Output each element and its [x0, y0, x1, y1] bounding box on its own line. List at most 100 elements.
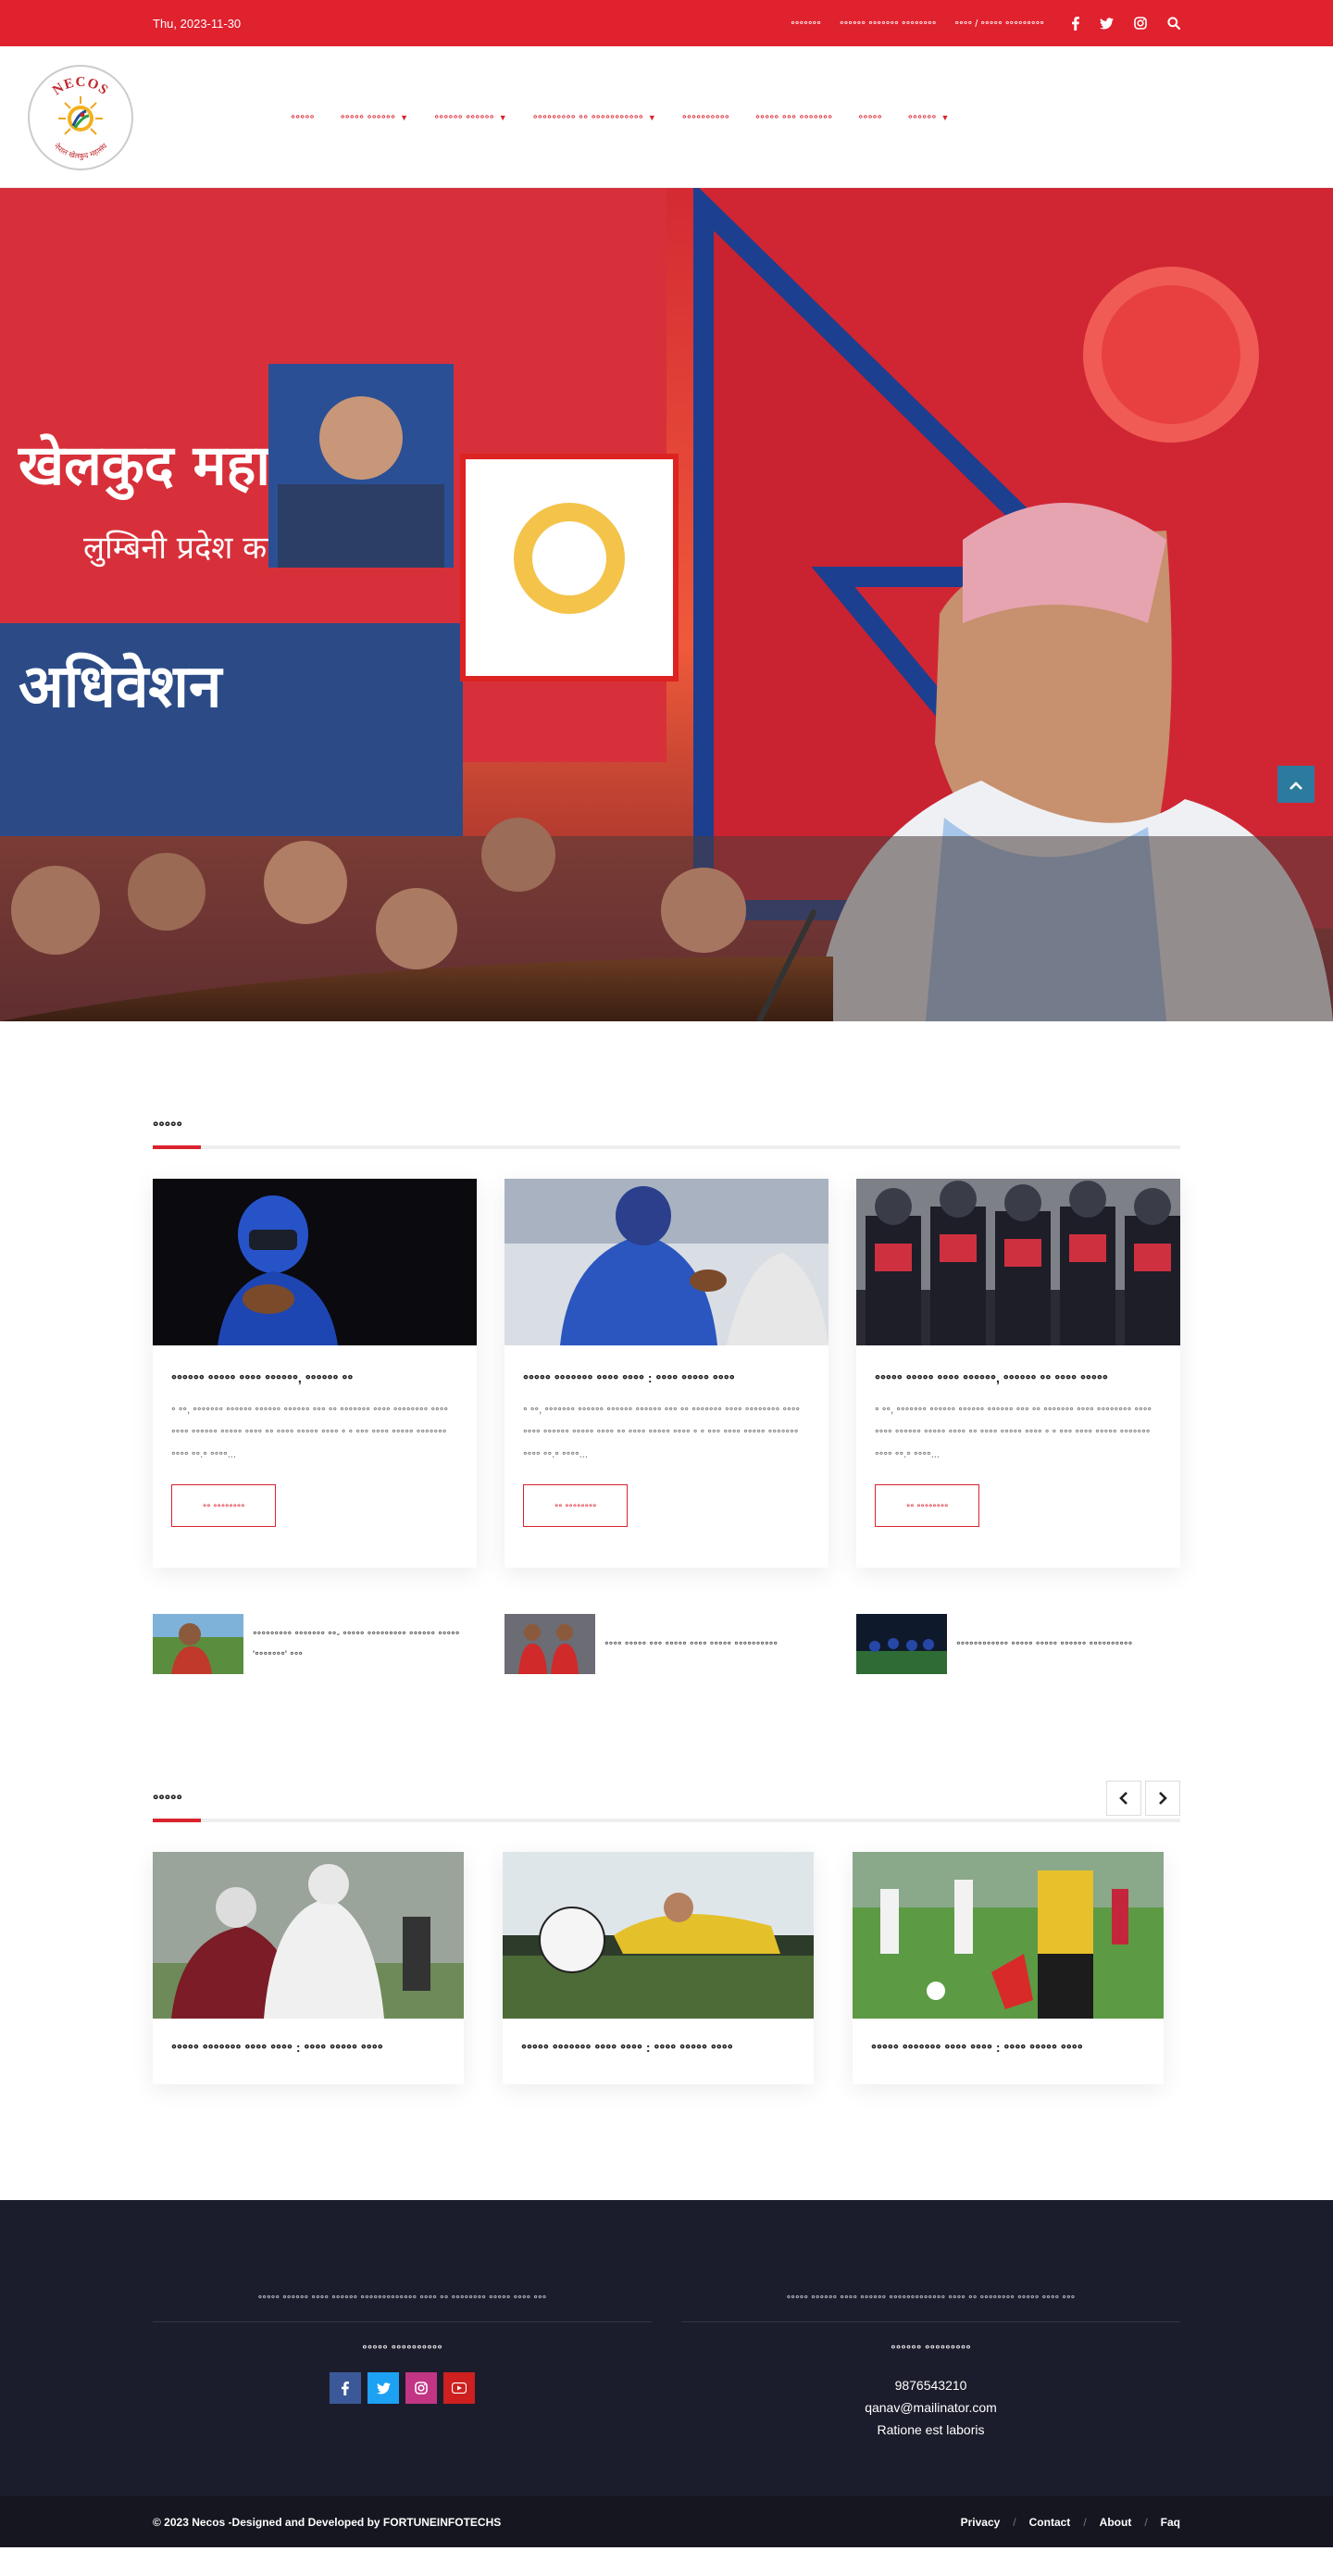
nav-label: ॰॰॰॰॰॰ ॰॰॰॰॰॰ [434, 111, 494, 124]
mini-news-title: ॰॰॰॰॰॰॰॰॰ ॰॰॰॰॰॰॰ ॰॰- ॰॰॰॰॰ ॰॰॰॰॰॰॰॰॰ ॰॰… [253, 1628, 460, 1660]
link-separator: / [1013, 2515, 1016, 2529]
mini-news-item[interactable]: ॰॰॰॰॰॰॰॰॰ ॰॰॰॰॰॰॰ ॰॰- ॰॰॰॰॰ ॰॰॰॰॰॰॰॰॰ ॰॰… [153, 1614, 477, 1674]
nav-item-3[interactable]: ॰॰॰॰॰॰ ॰॰॰॰॰॰ ▼ [434, 109, 507, 125]
nav-item-5[interactable]: ॰॰॰॰॰॰॰॰॰॰ [682, 109, 729, 125]
back-to-top-button[interactable] [1277, 766, 1314, 803]
chevron-right-icon[interactable] [1145, 1781, 1180, 1816]
read-more-button[interactable]: ॰॰ ॰॰॰॰॰॰॰॰ [875, 1484, 980, 1527]
nav-item-4[interactable]: ॰॰॰॰॰॰॰॰॰ ॰॰ ॰॰॰॰॰॰॰॰॰॰॰ ▼ [533, 109, 656, 125]
read-more-button[interactable]: ॰॰ ॰॰॰॰॰॰॰॰ [171, 1484, 277, 1527]
chevron-down-icon: ▼ [498, 112, 507, 122]
top-link-1[interactable]: ॰॰॰॰॰॰॰ [791, 17, 821, 31]
video-title: ॰॰॰॰॰ ॰॰॰॰॰॰॰ ॰॰॰॰ ॰॰॰॰ : ॰॰॰॰ ॰॰॰॰॰ ॰॰॰… [521, 2040, 733, 2055]
nav-item-6[interactable]: ॰॰॰॰॰ ॰॰॰ ॰॰॰॰॰॰॰ [755, 109, 832, 125]
video-card[interactable]: ॰॰॰॰॰ ॰॰॰॰॰॰॰ ॰॰॰॰ ॰॰॰॰ : ॰॰॰॰ ॰॰॰॰॰ ॰॰॰… [853, 1852, 1164, 2084]
chevron-down-icon: ▼ [941, 112, 950, 122]
nav-label: ॰॰॰॰॰ ॰॰॰॰॰॰ [340, 111, 396, 124]
twitter-icon[interactable] [1100, 17, 1114, 30]
nav-label: ॰॰॰॰॰ ॰॰॰ ॰॰॰॰॰॰॰ [754, 111, 833, 124]
current-date: Thu, 2023-11-30 [153, 16, 242, 31]
link-separator: / [1083, 2515, 1087, 2529]
news-title[interactable]: ॰॰॰॰॰ ॰॰॰॰॰॰॰ ॰॰॰॰ ॰॰॰॰ : ॰॰॰॰ ॰॰॰॰॰ ॰॰॰… [523, 1366, 810, 1390]
video-image [853, 1852, 1164, 2019]
nav-label: ॰॰॰॰॰॰॰॰॰ ॰॰ ॰॰॰॰॰॰॰॰॰॰॰ [532, 111, 643, 124]
mini-news-image [856, 1614, 947, 1674]
news-title[interactable]: ॰॰॰॰॰॰ ॰॰॰॰॰ ॰॰॰॰ ॰॰॰॰॰॰, ॰॰॰॰॰॰ ॰॰ [171, 1366, 458, 1390]
nav-item-7[interactable]: ॰॰॰॰॰ [858, 109, 882, 125]
read-more-button[interactable]: ॰॰ ॰॰॰॰॰॰॰॰ [523, 1484, 629, 1527]
site-footer: ॰॰॰॰॰ ॰॰॰॰॰॰ ॰॰॰॰ ॰॰॰॰॰॰ ॰॰॰॰॰॰॰॰॰॰॰॰॰ ॰… [0, 2200, 1333, 2547]
chevron-down-icon: ▼ [400, 112, 409, 122]
video-card[interactable]: ॰॰॰॰॰ ॰॰॰॰॰॰॰ ॰॰॰॰ ॰॰॰॰ : ॰॰॰॰ ॰॰॰॰॰ ॰॰॰… [153, 1852, 464, 2084]
mini-news-title: ॰॰॰॰॰॰॰॰॰॰॰॰ ॰॰॰॰॰ ॰॰॰॰॰ ॰॰॰॰॰॰ ॰॰॰॰॰॰॰॰… [956, 1638, 1133, 1650]
instagram-icon[interactable] [405, 2372, 437, 2404]
news-card[interactable]: ॰॰॰॰॰ ॰॰॰॰॰ ॰॰॰॰ ॰॰॰॰॰॰, ॰॰॰॰॰॰ ॰॰ ॰॰॰॰ … [856, 1179, 1180, 1568]
nav-label: ॰॰॰॰॰॰ [907, 111, 937, 124]
site-header: NECOS नेपाल खेलकुद महासंघ ॰॰॰॰॰ ॰॰॰॰॰ ॰॰… [0, 46, 1333, 188]
nav-item-8[interactable]: ॰॰॰॰॰॰ ▼ [908, 109, 950, 125]
contact-address: Ratione est laboris [877, 2422, 985, 2437]
top-link-3[interactable]: ॰॰॰॰ / ॰॰॰॰॰ ॰॰॰॰॰॰॰॰॰ [954, 17, 1044, 31]
news-card[interactable]: ॰॰॰॰॰॰ ॰॰॰॰॰ ॰॰॰॰ ॰॰॰॰॰॰, ॰॰॰॰॰॰ ॰॰ ॰ ॰॰… [153, 1179, 477, 1568]
news-excerpt: ॰ ॰॰, ॰॰॰॰॰॰॰ ॰॰॰॰॰॰ ॰॰॰॰॰॰ ॰॰॰॰॰॰ ॰॰॰ ॰… [875, 1405, 1152, 1460]
news-title[interactable]: ॰॰॰॰॰ ॰॰॰॰॰ ॰॰॰॰ ॰॰॰॰॰॰, ॰॰॰॰॰॰ ॰॰ ॰॰॰॰ … [875, 1366, 1162, 1390]
link-separator: / [1144, 2515, 1148, 2529]
news-excerpt: ॰ ॰॰, ॰॰॰॰॰॰॰ ॰॰॰॰॰॰ ॰॰॰॰॰॰ ॰॰॰॰॰॰ ॰॰॰ ॰… [523, 1405, 801, 1460]
nav-label: ॰॰॰॰॰ [291, 111, 315, 124]
nav-item-1[interactable]: ॰॰॰॰॰ [291, 109, 315, 125]
youtube-icon[interactable] [443, 2372, 475, 2404]
svg-text:अधिवेशन: अधिवेशन [19, 652, 224, 721]
footer-column-right: ॰॰॰॰॰ ॰॰॰॰॰॰ ॰॰॰॰ ॰॰॰॰॰॰ ॰॰॰॰॰॰॰॰॰॰॰॰॰ ॰… [681, 2291, 1180, 2441]
chevron-left-icon[interactable] [1106, 1781, 1141, 1816]
top-link-2[interactable]: ॰॰॰॰॰॰ ॰॰॰॰॰॰॰ ॰॰॰॰॰॰॰॰ [840, 17, 937, 31]
video-card[interactable]: ॰॰॰॰॰ ॰॰॰॰॰॰॰ ॰॰॰॰ ॰॰॰॰ : ॰॰॰॰ ॰॰॰॰॰ ॰॰॰… [503, 1852, 814, 2084]
news-image [505, 1179, 828, 1345]
footer-link-about[interactable]: About [1100, 2516, 1132, 2529]
mini-news-image [153, 1614, 243, 1674]
mini-news-item[interactable]: ॰॰॰॰॰॰॰॰॰॰॰॰ ॰॰॰॰॰ ॰॰॰॰॰ ॰॰॰॰॰॰ ॰॰॰॰॰॰॰॰… [856, 1614, 1180, 1674]
chevron-up-icon [1289, 775, 1303, 794]
svg-text:NECOS: NECOS [50, 74, 111, 97]
news-image [856, 1179, 1180, 1345]
video-title: ॰॰॰॰॰ ॰॰॰॰॰॰॰ ॰॰॰॰ ॰॰॰॰ : ॰॰॰॰ ॰॰॰॰॰ ॰॰॰… [871, 2040, 1083, 2055]
section-underline [153, 1819, 201, 1822]
section-title: ॰॰॰॰॰ [153, 1791, 182, 1807]
chevron-down-icon: ▼ [647, 112, 656, 122]
footer-contact-title: ॰॰॰॰॰॰ ॰॰॰॰॰॰॰॰॰ [891, 2341, 971, 2355]
mini-news-image [505, 1614, 595, 1674]
hero-image: खेलकुद महासंघ लुम्बिनी प्रदेश कमिटी अधिव… [0, 188, 1333, 1021]
footer-link-contact[interactable]: Contact [1029, 2516, 1071, 2529]
svg-text:नेपाल खेलकुद महासंघ: नेपाल खेलकुद महासंघ [53, 141, 109, 161]
site-logo[interactable]: NECOS नेपाल खेलकुद महासंघ [28, 64, 133, 170]
footer-column-left: ॰॰॰॰॰ ॰॰॰॰॰॰ ॰॰॰॰ ॰॰॰॰॰॰ ॰॰॰॰॰॰॰॰॰॰॰॰॰ ॰… [153, 2291, 652, 2441]
search-icon[interactable] [1167, 17, 1180, 30]
video-image [503, 1852, 814, 2019]
main-nav: ॰॰॰॰॰ ॰॰॰॰॰ ॰॰॰॰॰॰ ▼ ॰॰॰॰॰॰ ॰॰॰॰॰॰ ▼ ॰॰॰॰॰… [291, 109, 949, 125]
instagram-icon[interactable] [1134, 17, 1147, 30]
news-card[interactable]: ॰॰॰॰॰ ॰॰॰॰॰॰॰ ॰॰॰॰ ॰॰॰॰ : ॰॰॰॰ ॰॰॰॰॰ ॰॰॰… [505, 1179, 828, 1568]
mini-news-item[interactable]: ॰॰॰॰ ॰॰॰॰॰ ॰॰॰ ॰॰॰॰॰ ॰॰॰॰ ॰॰॰॰॰ ॰॰॰॰॰॰॰॰… [505, 1614, 828, 1674]
twitter-icon[interactable] [368, 2372, 399, 2404]
nav-label: ॰॰॰॰॰॰॰॰॰॰ [681, 111, 729, 124]
nav-item-2[interactable]: ॰॰॰॰॰ ॰॰॰॰॰॰ ▼ [341, 109, 409, 125]
news-image [153, 1179, 477, 1345]
video-title: ॰॰॰॰॰ ॰॰॰॰॰॰॰ ॰॰॰॰ ॰॰॰॰ : ॰॰॰॰ ॰॰॰॰॰ ॰॰॰… [171, 2040, 383, 2055]
top-bar: Thu, 2023-11-30 ॰॰॰॰॰॰॰ ॰॰॰॰॰॰ ॰॰॰॰॰॰॰ ॰… [0, 0, 1333, 46]
section-title: ॰॰॰॰॰ [153, 1118, 182, 1133]
copyright-text: © 2023 Necos -Designed and Developed by … [153, 2515, 502, 2529]
video-section: ॰॰॰॰॰ ॰॰॰॰॰ ॰॰॰॰॰॰॰ ॰॰॰॰ ॰॰॰॰ : ॰॰॰॰ ॰॰॰… [153, 1674, 1180, 2084]
top-links: ॰॰॰॰॰॰॰ ॰॰॰॰॰॰ ॰॰॰॰॰॰॰ ॰॰॰॰॰॰॰॰ ॰॰॰॰ / ॰… [791, 17, 1044, 31]
news-section: ॰॰॰॰॰ ॰॰॰॰॰॰ ॰॰॰॰॰ ॰॰॰॰ ॰॰॰॰॰॰, ॰॰॰॰॰॰ ॰… [153, 1021, 1180, 1674]
mini-news-title: ॰॰॰॰ ॰॰॰॰॰ ॰॰॰ ॰॰॰॰॰ ॰॰॰॰ ॰॰॰॰॰ ॰॰॰॰॰॰॰॰… [604, 1638, 779, 1650]
bottom-bar: © 2023 Necos -Designed and Developed by … [0, 2496, 1333, 2547]
footer-link-faq[interactable]: Faq [1161, 2516, 1180, 2529]
contact-phone[interactable]: 9876543210 [681, 2374, 1180, 2396]
facebook-icon[interactable] [1072, 16, 1079, 31]
facebook-icon[interactable] [330, 2372, 361, 2404]
footer-social-title: ॰॰॰॰॰ ॰॰॰॰॰॰॰॰॰॰ [362, 2341, 442, 2355]
contact-email[interactable]: qanav@mailinator.com [681, 2396, 1180, 2419]
section-underline [153, 1145, 201, 1149]
footer-link-privacy[interactable]: Privacy [961, 2516, 1001, 2529]
footer-description: ॰॰॰॰॰ ॰॰॰॰॰॰ ॰॰॰॰ ॰॰॰॰॰॰ ॰॰॰॰॰॰॰॰॰॰॰॰॰ ॰… [153, 2291, 652, 2322]
hero-banner: खेलकुद महासंघ लुम्बिनी प्रदेश कमिटी अधिव… [0, 188, 1333, 1021]
